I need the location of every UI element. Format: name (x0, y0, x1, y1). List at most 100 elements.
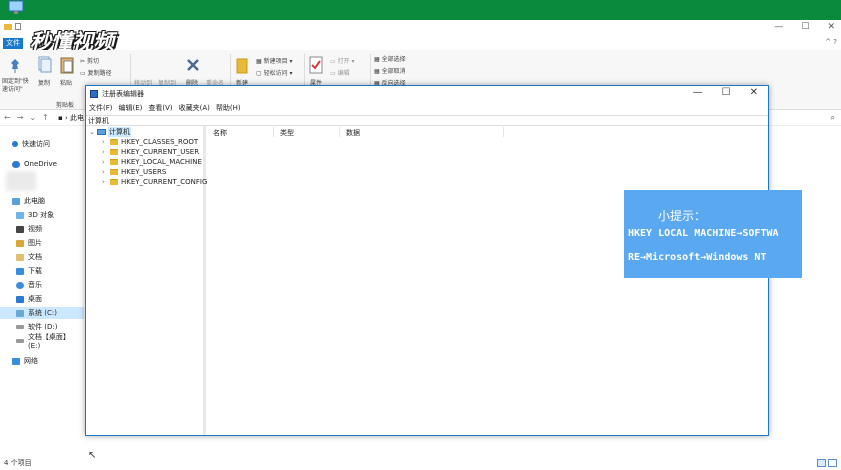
regedit-minimize-button[interactable]: — (693, 87, 703, 98)
nav-quick-access[interactable]: 快速访问 (12, 138, 84, 150)
chevron-right-icon[interactable]: › (102, 148, 110, 156)
drive-icon (16, 309, 24, 317)
nav-this-pc[interactable]: 此电脑 (12, 195, 84, 207)
paste-icon[interactable] (60, 56, 74, 74)
menu-edit[interactable]: 编辑(E) (119, 103, 143, 113)
chevron-right-icon[interactable]: › (102, 158, 110, 166)
tree-node-hku[interactable]: › HKEY_USERS (102, 168, 166, 176)
explorer-close-button[interactable]: ✕ (827, 22, 835, 32)
tree-node-hkcu[interactable]: › HKEY_CURRENT_USER (102, 148, 199, 156)
nav-this-pc-label: 此电脑 (24, 197, 45, 205)
nav-network[interactable]: 网络 (12, 355, 84, 367)
search-icon[interactable]: ⌕ (831, 113, 835, 123)
explorer-title-bar: — ☐ ✕ (0, 20, 841, 38)
nav-music[interactable]: 音乐 (16, 279, 84, 291)
breadcrumb-text: 此电 (70, 114, 84, 122)
tree-node-label: HKEY_CLASSES_ROOT (121, 138, 199, 146)
nav-desktop[interactable]: 桌面 (16, 293, 84, 305)
delete-icon[interactable] (186, 58, 200, 72)
copy-icon[interactable] (38, 56, 52, 74)
nav-documents[interactable]: 文档 (16, 251, 84, 263)
forward-icon[interactable]: → (17, 113, 24, 122)
tab-file[interactable]: 文件 (3, 38, 23, 49)
dropdown-icon[interactable]: ⌄ (29, 113, 36, 122)
explorer-maximize-button[interactable]: ☐ (801, 22, 809, 32)
regedit-maximize-button[interactable]: ☐ (722, 87, 731, 98)
paste-button[interactable]: 粘贴 (60, 78, 72, 87)
computer-icon (12, 197, 20, 205)
regedit-title-bar[interactable]: 注册表编辑器 — ☐ ✕ (86, 86, 768, 102)
regedit-close-button[interactable]: ✕ (750, 87, 758, 98)
column-header-type[interactable]: 类型 (280, 128, 294, 138)
menu-file[interactable]: 文件(F) (89, 103, 113, 113)
back-icon[interactable]: ← (4, 113, 11, 122)
chevron-right-icon[interactable]: › (102, 138, 110, 146)
chevron-down-icon[interactable]: ⌄ (89, 128, 97, 136)
details-view-icon[interactable] (817, 459, 826, 467)
select-none-button[interactable]: ▦ 全部取消 (374, 66, 406, 75)
open-button[interactable]: ▭ 打开 ▾ (330, 56, 355, 65)
chevron-right-icon[interactable]: › (102, 178, 110, 186)
column-header-name[interactable]: 名称 (213, 128, 227, 138)
select-all-button[interactable]: ▦ 全部选择 (374, 54, 406, 63)
new-item-label: 新建项目 (263, 58, 288, 65)
tree-node-hklm[interactable]: › HKEY_LOCAL_MACHINE (102, 158, 202, 166)
blurred-region (6, 171, 36, 191)
easy-access-button[interactable]: ▢ 轻松访问 ▾ (256, 68, 293, 77)
nav-videos[interactable]: 视频 (16, 223, 84, 235)
nav-pictures-label: 图片 (28, 239, 42, 247)
menu-view[interactable]: 查看(V) (148, 103, 172, 113)
nav-drive-e-label: 文档【桌面】 (E:) (27, 333, 70, 350)
nav-onedrive[interactable]: OneDrive (12, 158, 84, 170)
nav-drive-c[interactable]: 系统 (C:) (0, 307, 84, 319)
registry-value-list: 名称 类型 数据 (209, 126, 768, 435)
new-item-button[interactable]: ▦ 新建项目 ▾ (256, 56, 293, 65)
pin-icon[interactable] (8, 58, 22, 74)
tree-node-hkcr[interactable]: › HKEY_CLASSES_ROOT (102, 138, 198, 146)
nav-drive-c-label: 系统 (C:) (28, 309, 57, 317)
properties-icon[interactable] (309, 56, 323, 74)
pin-quick-access-button[interactable]: 固定到"快速访问" (2, 78, 32, 94)
folder-icon (110, 149, 118, 155)
tip-line-1: HKEY LOCAL MACHINE→SOFTWA (628, 228, 779, 239)
nav-3d-objects[interactable]: 3D 对象 (16, 209, 84, 221)
nav-downloads[interactable]: 下载 (16, 265, 84, 277)
column-divider[interactable] (273, 127, 274, 137)
edit-button[interactable]: ▭ 编辑 (330, 68, 350, 77)
tree-node-hkcc[interactable]: › HKEY_CURRENT_CONFIG (102, 178, 207, 186)
view-toggle[interactable] (817, 459, 837, 467)
regedit-address-input[interactable]: 计算机 (86, 115, 768, 126)
music-icon (16, 281, 24, 289)
column-divider[interactable] (339, 127, 340, 137)
nav-onedrive-label: OneDrive (24, 160, 57, 168)
nav-network-label: 网络 (24, 357, 38, 365)
nav-music-label: 音乐 (28, 281, 42, 289)
copy-path-button[interactable]: ▭ 复制路径 (80, 68, 112, 77)
copy-button[interactable]: 复制 (38, 78, 50, 87)
cloud-icon (12, 160, 20, 168)
explorer-minimize-button[interactable]: — (774, 22, 783, 32)
folder-icon (110, 169, 118, 175)
menu-favorites[interactable]: 收藏夹(A) (179, 103, 210, 113)
menu-help[interactable]: 帮助(H) (216, 103, 241, 113)
document-icon[interactable] (15, 23, 21, 30)
folder-icon (110, 159, 118, 165)
column-divider[interactable] (503, 127, 504, 137)
up-icon[interactable]: ↑ (42, 113, 49, 122)
tree-node-computer[interactable]: ⌄ 计算机 (89, 127, 131, 137)
breadcrumb[interactable]: ▪ › 此电 (58, 113, 84, 123)
status-bar-text: 4 个项目 (4, 459, 32, 467)
tree-root-label: 计算机 (108, 127, 131, 137)
new-folder-icon[interactable] (236, 56, 248, 74)
nav-drive-e[interactable]: 文档【桌面】 (E:) (16, 333, 84, 350)
column-header-data[interactable]: 数据 (346, 128, 360, 138)
nav-pictures[interactable]: 图片 (16, 237, 84, 249)
regedit-menu-bar: 文件(F) 编辑(E) 查看(V) 收藏夹(A) 帮助(H) (89, 103, 241, 113)
ribbon-help-icons[interactable]: ^ ? (825, 38, 837, 46)
computer-icon (8, 0, 24, 14)
tiles-view-icon[interactable] (828, 459, 837, 467)
cut-button[interactable]: ✂ 剪切 (80, 56, 99, 65)
chevron-right-icon[interactable]: › (102, 168, 110, 176)
folder-icon (110, 139, 118, 145)
computer-icon (97, 129, 106, 135)
